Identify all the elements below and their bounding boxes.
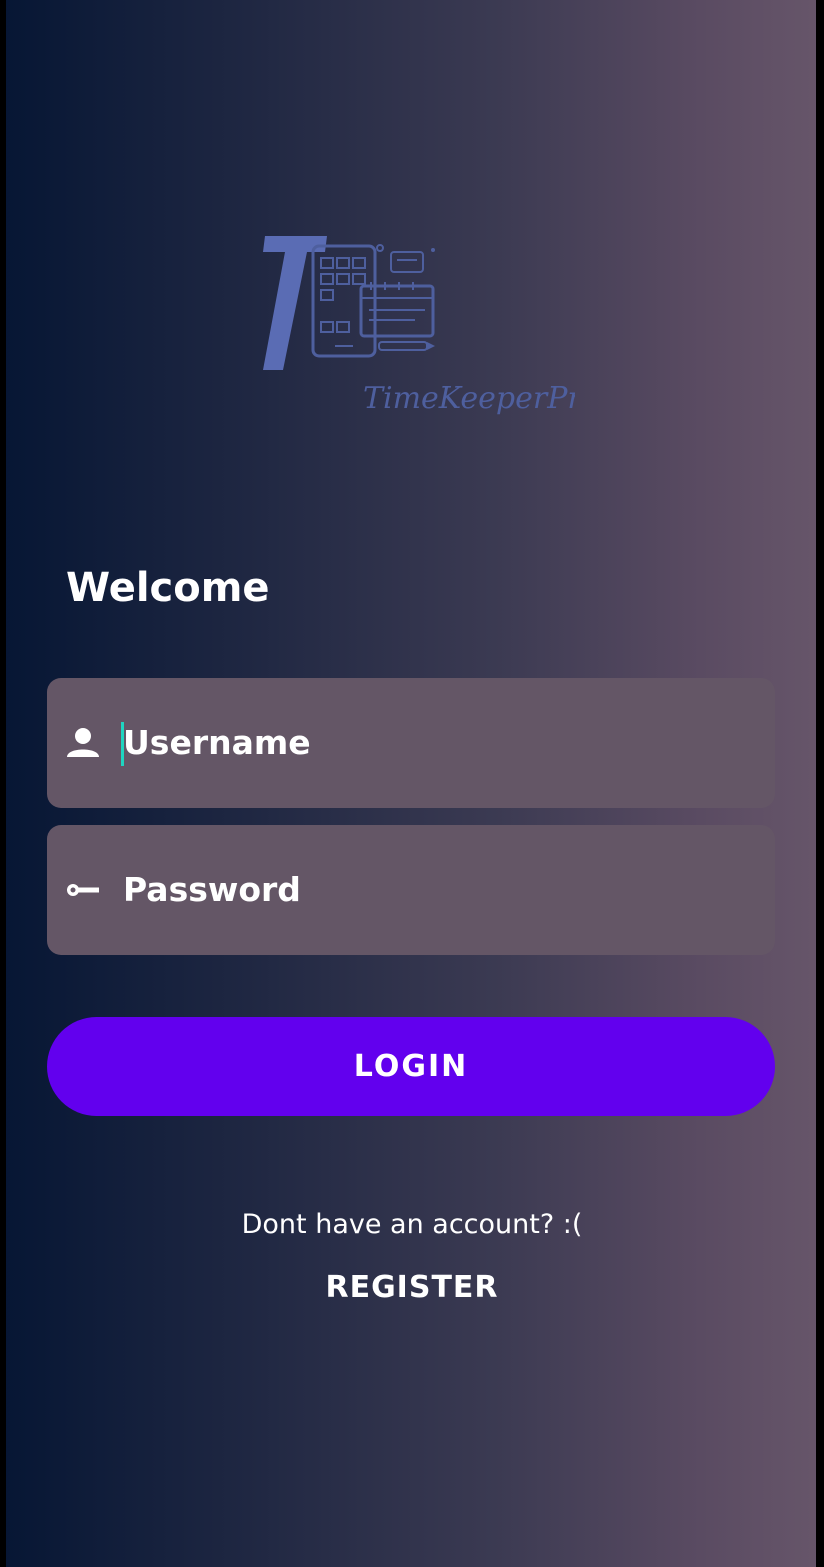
username-field[interactable]: Username [47,678,775,808]
person-icon [67,728,99,757]
app-logo: TimeKeeperPro [255,228,575,433]
screen-edge-left [0,0,6,1567]
password-input[interactable]: Password [123,825,301,955]
screen-edge-right [816,0,824,1567]
login-button[interactable]: LOGIN [47,1017,775,1116]
register-prompt: Dont have an account? :( [241,1209,583,1240]
logo-wordmark: TimeKeeperPro [363,381,575,416]
username-input[interactable]: Username [123,678,311,808]
login-screen: TimeKeeperPro Welcome Username Password … [0,0,824,1567]
key-icon [67,884,99,896]
welcome-title: Welcome [66,565,270,611]
password-field[interactable]: Password [47,825,775,955]
register-link[interactable]: REGISTER [0,1266,824,1310]
